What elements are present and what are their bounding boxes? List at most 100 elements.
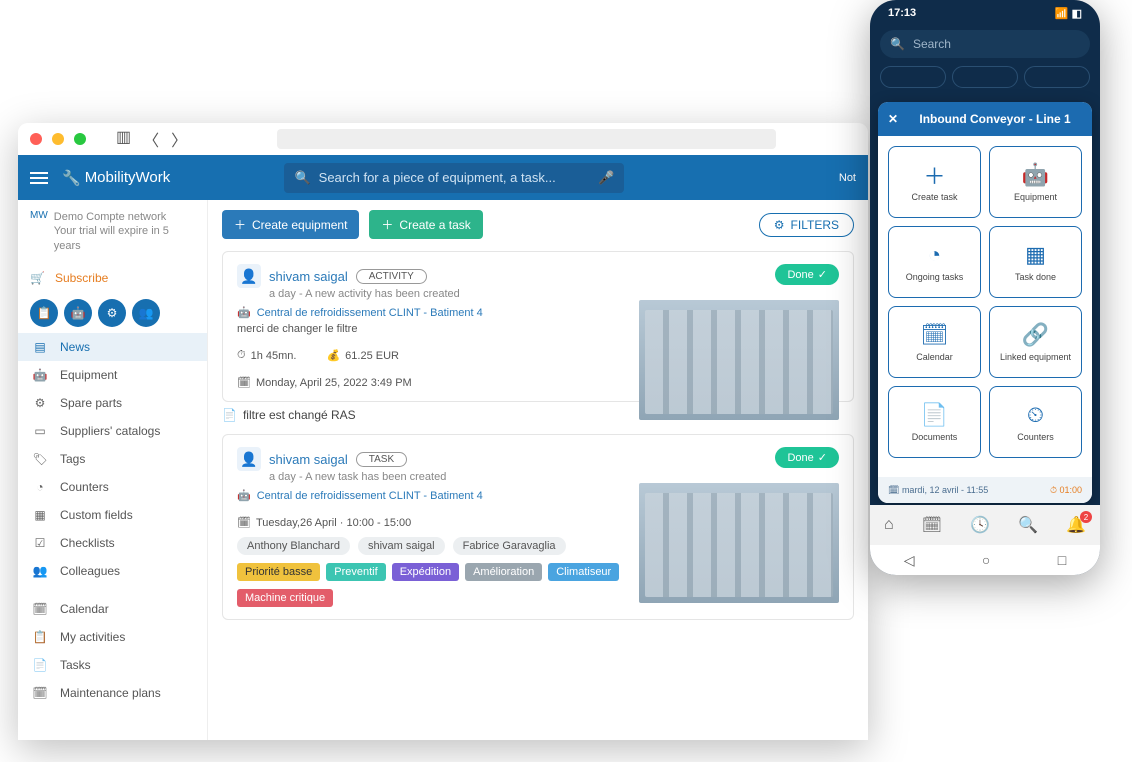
phone-tab[interactable] [1024, 66, 1090, 88]
sys-home-icon[interactable]: ○ [982, 552, 990, 568]
close-icon[interactable]: ✕ [888, 112, 898, 126]
tile-calendar[interactable]: 🗓Calendar [888, 306, 981, 378]
stopwatch-icon: ⏱ [237, 349, 246, 362]
subscribe-link[interactable]: 🛒 Subscribe [18, 263, 207, 293]
search-input[interactable]: 🔍 Search for a piece of equipment, a tas… [284, 163, 624, 193]
tag[interactable]: Preventif [326, 563, 385, 581]
cost-value: 61.25 EUR [345, 350, 399, 362]
nav-label: Counters [60, 480, 109, 494]
tile-documents[interactable]: 📄Documents [888, 386, 981, 458]
chip-gear[interactable]: ⚙ [98, 299, 126, 327]
app-topbar: 🔧 MobilityWork 🔍 Search for a piece of e… [18, 155, 868, 200]
tile-label: Create task [911, 192, 957, 202]
nav-home-icon[interactable]: ⌂ [884, 516, 894, 534]
tag[interactable]: Priorité basse [237, 563, 320, 581]
feed-card-task: Done✓ 👤 shivam saigal TASK a day - A new… [222, 434, 854, 620]
chip-people[interactable]: 👥 [132, 299, 160, 327]
equipment-thumbnail[interactable] [639, 483, 839, 603]
tag[interactable]: Expédition [392, 563, 459, 581]
filters-button[interactable]: ⚙FILTERS [759, 213, 854, 237]
tag[interactable]: Machine critique [237, 589, 333, 607]
cart-icon: 🛒 [30, 271, 45, 285]
create-equipment-button[interactable]: ＋ Create equipment [222, 210, 359, 239]
user-link[interactable]: shivam saigal [269, 269, 348, 284]
tile-ongoing[interactable]: ◔Ongoing tasks [888, 226, 981, 298]
user-link[interactable]: shivam saigal [269, 452, 348, 467]
sys-back-icon[interactable]: ◁ [904, 552, 915, 569]
sidebar-item-news[interactable]: ▤News [18, 333, 207, 361]
desktop-window: ▥ 〈 〉 🔧 MobilityWork 🔍 Search for a piec… [18, 123, 868, 740]
tag[interactable]: Climatiseur [548, 563, 619, 581]
brand-logo[interactable]: 🔧 MobilityWork [62, 169, 170, 187]
create-task-button[interactable]: ＋Create a task [369, 210, 482, 239]
sidebar-toggle-icon[interactable]: ▥ [116, 127, 131, 151]
phone-tab[interactable] [880, 66, 946, 88]
sidebar-item-tasks[interactable]: 📄Tasks [18, 651, 207, 679]
phone-tab[interactable] [952, 66, 1018, 88]
person-pill[interactable]: Anthony Blanchard [237, 537, 350, 555]
sidebar-item-equipment[interactable]: 🤖Equipment [18, 361, 207, 389]
nav-search-icon[interactable]: 🔍 [1018, 515, 1038, 535]
feed-card-activity: Done✓ 👤 shivam saigal ACTIVITY a day - A… [222, 251, 854, 402]
sidebar-item-activities[interactable]: 📋My activities [18, 623, 207, 651]
nav-calendar-icon[interactable]: 🗓 [922, 515, 942, 535]
gauge-icon: ◔ [32, 480, 48, 494]
button-label: Create equipment [252, 218, 347, 232]
sidebar-item-plans[interactable]: 🗓Maintenance plans [18, 679, 207, 707]
date: 🗓Tuesday,26 April · 10:00 - 15:00 [237, 516, 411, 529]
person-pill[interactable]: shivam saigal [358, 537, 445, 555]
card-header: 👤 shivam saigal ACTIVITY [237, 264, 839, 288]
sys-recent-icon[interactable]: □ [1058, 552, 1066, 568]
tile-counters[interactable]: ⏲Counters [989, 386, 1082, 458]
phone-bottom-nav: ⌂ 🗓 🕓 🔍 🔔 [870, 505, 1100, 545]
address-bar[interactable] [277, 129, 776, 149]
wrench-icon: 🔧 [62, 169, 81, 187]
sidebar-item-colleagues[interactable]: 👥Colleagues [18, 557, 207, 585]
tile-linked[interactable]: 🔗Linked equipment [989, 306, 1082, 378]
equipment-thumbnail[interactable] [639, 300, 839, 420]
check-icon: ✓ [818, 268, 827, 281]
chip-clipboard[interactable]: 📋 [30, 299, 58, 327]
chip-robot[interactable]: 🤖 [64, 299, 92, 327]
duration-value: 1h 45mn. [251, 350, 297, 362]
tile-equipment[interactable]: 🤖Equipment [989, 146, 1082, 218]
nav-label: Colleagues [60, 564, 120, 578]
mac-close-button[interactable] [30, 133, 42, 145]
nav-label: Equipment [60, 368, 117, 382]
forward-icon[interactable]: 〉 [171, 127, 187, 151]
tile-label: Linked equipment [1000, 352, 1071, 362]
tag[interactable]: Amélioration [465, 563, 542, 581]
sidebar-item-checklists[interactable]: ☑Checklists [18, 529, 207, 557]
tile-label: Equipment [1014, 192, 1057, 202]
nav-bell-icon[interactable]: 🔔 [1066, 515, 1086, 535]
mac-titlebar: ▥ 〈 〉 [18, 123, 868, 155]
tile-done[interactable]: ▦Task done [989, 226, 1082, 298]
status-text: Done [787, 452, 813, 464]
tile-create-task[interactable]: ＋Create task [888, 146, 981, 218]
nav-label: News [60, 340, 90, 354]
nav-clock-icon[interactable]: 🕓 [970, 515, 990, 535]
phone-search[interactable]: 🔍 Search [880, 30, 1090, 58]
duration: ⏱ 1h 45mn. [237, 349, 296, 362]
person-pill[interactable]: Fabrice Garavaglia [453, 537, 566, 555]
android-nav: ◁ ○ □ [870, 545, 1100, 575]
calendar-icon: 🗓 [237, 516, 251, 529]
notification-label[interactable]: Not [839, 172, 856, 184]
sidebar-item-suppliers[interactable]: ▭Suppliers' catalogs [18, 417, 207, 445]
menu-icon[interactable] [30, 172, 48, 184]
sidebar-item-tags[interactable]: 🏷Tags [18, 445, 207, 473]
sidebar-item-calendar[interactable]: 🗓Calendar [18, 595, 207, 623]
sidebar-item-spare[interactable]: ⚙Spare parts [18, 389, 207, 417]
mac-minimize-button[interactable] [52, 133, 64, 145]
back-icon[interactable]: 〈 [143, 127, 159, 151]
sheet-grid: ＋Create task 🤖Equipment ◔Ongoing tasks ▦… [878, 136, 1092, 468]
plus-icon: ＋ [234, 216, 246, 233]
mac-zoom-button[interactable] [74, 133, 86, 145]
filter-icon: ⚙ [774, 218, 785, 232]
foot-time-text: 01:00 [1059, 485, 1082, 495]
sidebar-item-counters[interactable]: ◔ Counters [18, 473, 207, 501]
sidebar-item-custom[interactable]: ▦Custom fields [18, 501, 207, 529]
button-label: Create a task [399, 218, 470, 232]
foot-time: ⏱ 01:00 [1050, 485, 1082, 496]
mic-icon[interactable]: 🎤 [598, 170, 614, 186]
